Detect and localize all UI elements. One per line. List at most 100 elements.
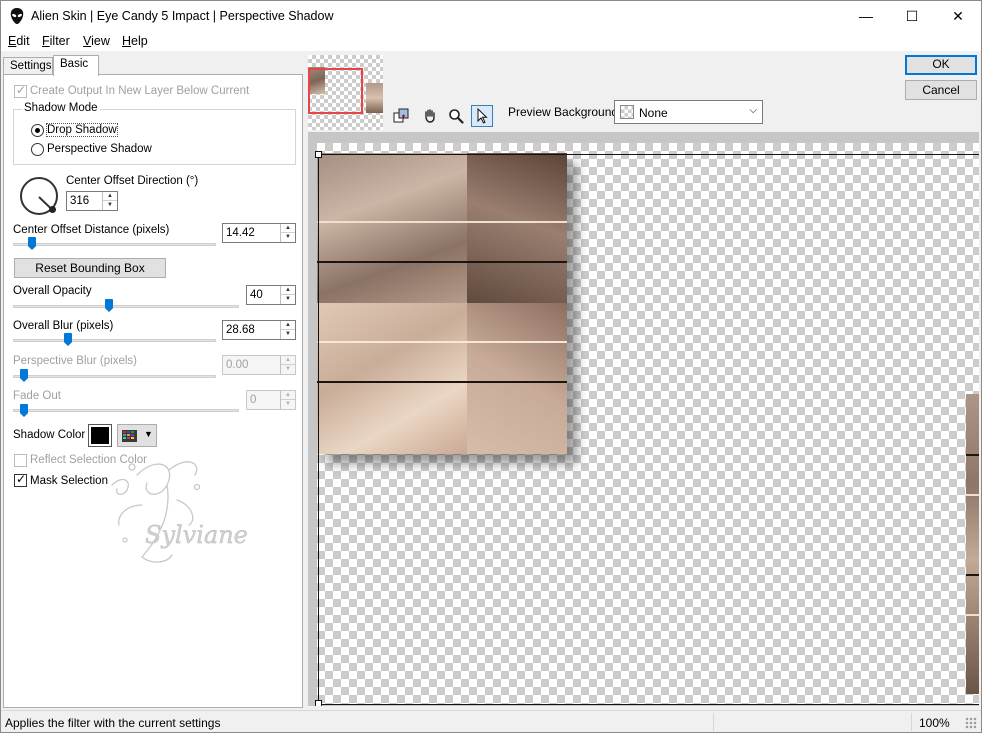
opacity-value[interactable]: 40 xyxy=(250,289,263,301)
cancel-button[interactable]: Cancel xyxy=(905,80,977,100)
magnifier-icon xyxy=(449,109,464,124)
color-palette-button[interactable]: ▼ xyxy=(117,424,157,447)
spin-down-icon[interactable]: ▼ xyxy=(281,233,295,242)
direction-dial[interactable] xyxy=(20,177,58,215)
distance-slider-track[interactable] xyxy=(13,243,216,246)
signature-watermark: Sylviane xyxy=(111,461,247,563)
bounding-box-handle[interactable] xyxy=(315,700,322,706)
hand-tool[interactable] xyxy=(419,105,441,127)
status-divider xyxy=(911,713,912,731)
maximize-icon: ☐ xyxy=(905,7,919,24)
fade-out-slider-thumb[interactable] xyxy=(20,404,28,417)
close-button[interactable]: ✕ xyxy=(935,1,981,31)
fade-out-value[interactable]: 0 xyxy=(250,394,256,406)
transparency-checkerboard xyxy=(317,143,979,704)
opacity-label: Overall Opacity xyxy=(13,285,92,297)
navigator-viewport[interactable] xyxy=(308,68,363,114)
spin-up-icon[interactable]: ▲ xyxy=(281,356,295,365)
chevron-down-icon: ⌵ xyxy=(749,105,757,116)
spin-up-icon[interactable]: ▲ xyxy=(281,321,295,330)
menu-filter[interactable]: Filter xyxy=(42,34,70,48)
title-bar: Alien Skin | Eye Candy 5 Impact | Perspe… xyxy=(1,1,981,31)
mask-selection-checkbox[interactable]: ✓ xyxy=(14,472,27,487)
blur-spinbox[interactable]: 28.68 ▲ ▼ xyxy=(222,320,296,340)
navigator-thumbnail[interactable] xyxy=(308,55,383,130)
menu-edit[interactable]: Edit xyxy=(8,34,30,48)
blur-value[interactable]: 28.68 xyxy=(226,324,255,336)
basic-panel: ✓ Create Output In New Layer Below Curre… xyxy=(3,74,303,708)
menu-view[interactable]: View xyxy=(83,34,110,48)
spin-down-icon[interactable]: ▼ xyxy=(281,400,295,409)
hand-icon xyxy=(425,109,435,123)
tab-basic[interactable]: Basic xyxy=(53,55,99,76)
reset-bounding-box-button[interactable]: Reset Bounding Box xyxy=(14,258,166,278)
blur-slider-track[interactable] xyxy=(13,339,216,342)
status-divider xyxy=(713,713,714,731)
compare-icon xyxy=(393,108,409,123)
image-line xyxy=(317,341,567,343)
maximize-button[interactable]: ☐ xyxy=(889,1,935,31)
direction-spinbox[interactable]: 316 ▲ ▼ xyxy=(66,191,118,211)
fade-out-spinbox[interactable]: 0 ▲ ▼ xyxy=(246,390,296,410)
distance-spinbox[interactable]: 14.42 ▲ ▼ xyxy=(222,223,296,243)
opacity-slider-thumb[interactable] xyxy=(105,299,113,312)
shadow-color-swatch[interactable] xyxy=(88,424,112,447)
ok-button[interactable]: OK xyxy=(905,55,977,75)
pointer-tool[interactable] xyxy=(471,105,493,127)
bounding-box-left[interactable] xyxy=(318,154,319,706)
create-output-checkbox[interactable]: ✓ xyxy=(14,83,27,98)
image-line xyxy=(317,221,567,223)
spin-down-icon[interactable]: ▼ xyxy=(281,330,295,339)
drop-shadow-label[interactable]: Drop Shadow xyxy=(46,123,118,137)
distance-slider-thumb[interactable] xyxy=(28,237,36,250)
shadow-mode-title: Shadow Mode xyxy=(22,102,100,114)
spin-up-icon[interactable]: ▲ xyxy=(281,224,295,233)
menu-help[interactable]: Help xyxy=(122,34,148,48)
transparent-swatch-icon xyxy=(620,105,634,119)
perspective-blur-slider-track[interactable] xyxy=(13,375,216,378)
perspective-blur-slider-thumb[interactable] xyxy=(20,369,28,382)
spin-down-icon[interactable]: ▼ xyxy=(281,295,295,304)
spin-up-icon[interactable]: ▲ xyxy=(281,391,295,400)
image-line xyxy=(966,574,979,576)
opacity-slider-track[interactable] xyxy=(13,305,239,308)
dial-knob[interactable] xyxy=(49,206,56,213)
direction-value[interactable]: 316 xyxy=(70,195,89,207)
distance-label: Center Offset Distance (pixels) xyxy=(13,224,170,236)
preview-canvas[interactable] xyxy=(308,132,979,706)
spin-down-icon[interactable]: ▼ xyxy=(103,201,117,210)
checkmark-icon: ✓ xyxy=(16,472,27,486)
fade-out-slider-track[interactable] xyxy=(13,409,239,412)
minimize-button[interactable]: — xyxy=(843,1,889,31)
preview-background-label: Preview Background: xyxy=(508,105,622,119)
app-window: Alien Skin | Eye Candy 5 Impact | Perspe… xyxy=(0,0,982,733)
zoom-tool[interactable] xyxy=(445,105,467,127)
image-line xyxy=(966,614,979,616)
compare-tool[interactable] xyxy=(390,105,412,127)
opacity-spinbox[interactable]: 40 ▲ ▼ xyxy=(246,285,296,305)
spin-down-icon[interactable]: ▼ xyxy=(281,365,295,374)
resize-grip-icon[interactable] xyxy=(965,717,977,729)
preview-image-edge xyxy=(966,394,979,694)
bounding-box-top[interactable] xyxy=(318,154,979,155)
image-tile xyxy=(317,153,467,303)
bounding-box-handle[interactable] xyxy=(315,151,322,158)
create-output-label: Create Output In New Layer Below Current xyxy=(30,85,250,97)
perspective-blur-spinbox[interactable]: 0.00 ▲ ▼ xyxy=(222,355,296,375)
spin-up-icon[interactable]: ▲ xyxy=(103,192,117,201)
shadow-color-label: Shadow Color xyxy=(13,429,86,441)
navigator-art-right xyxy=(366,83,383,113)
preview-background-select[interactable]: None ⌵ xyxy=(614,100,763,124)
reflect-selection-checkbox[interactable] xyxy=(14,454,27,467)
distance-value[interactable]: 14.42 xyxy=(226,227,255,239)
bounding-box-bottom[interactable] xyxy=(318,704,979,705)
image-line xyxy=(966,454,979,456)
radio-selected-dot xyxy=(35,128,40,133)
spin-up-icon[interactable]: ▲ xyxy=(281,286,295,295)
blur-slider-thumb[interactable] xyxy=(64,333,72,346)
drop-shadow-radio[interactable] xyxy=(31,124,44,137)
menu-bar: Edit Filter View Help xyxy=(1,31,981,51)
perspective-shadow-radio[interactable] xyxy=(31,143,44,156)
perspective-shadow-label[interactable]: Perspective Shadow xyxy=(47,143,152,155)
perspective-blur-value[interactable]: 0.00 xyxy=(226,359,248,371)
